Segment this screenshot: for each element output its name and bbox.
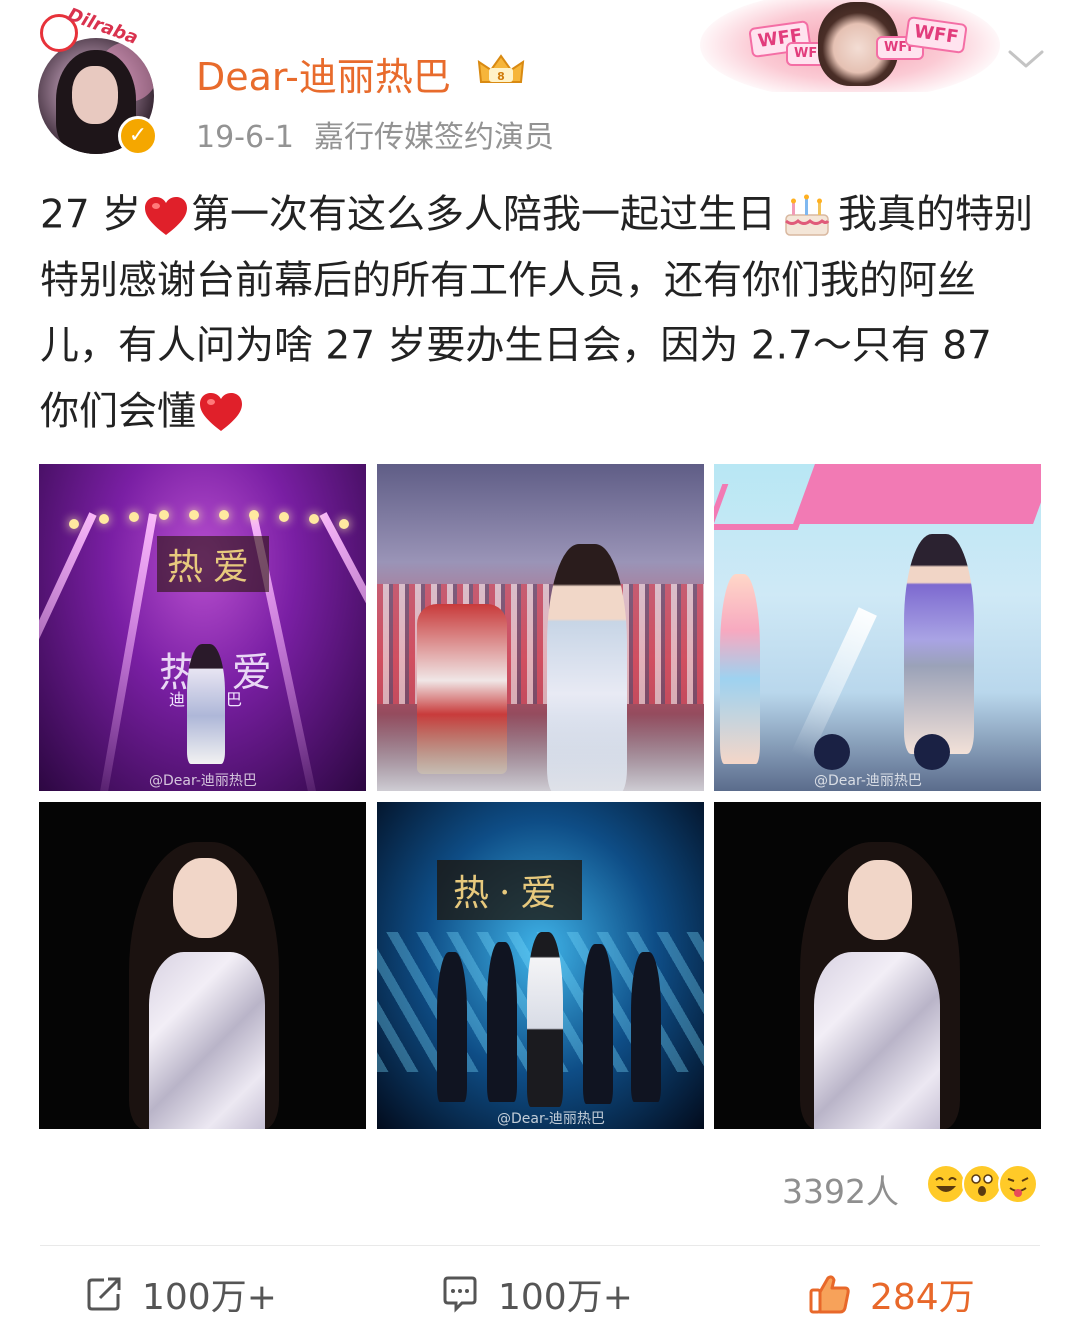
stage-sign: 热·爱 (437, 860, 583, 920)
repost-count: 100万+ (142, 1277, 277, 1318)
divider (40, 1245, 1040, 1246)
post-text-part: 第一次有这么多人陪我一起过生日 (191, 192, 777, 238)
reaction-count[interactable]: 3392人 (782, 1165, 899, 1213)
heart-icon (200, 393, 243, 431)
chevron-down-icon[interactable] (1006, 44, 1046, 74)
photo-portrait-sequin[interactable] (39, 802, 366, 1129)
repost-icon (87, 1277, 121, 1311)
birthday-cake-icon (785, 194, 830, 236)
photo-stage-purple[interactable]: 热爱 热 爱 迪丽热巴 @Dear-迪丽热巴 (39, 464, 366, 791)
stage-sign: 热爱 (157, 536, 270, 592)
decorative-banner[interactable]: WFF WFF WFF WFF (700, 0, 1000, 92)
post-text-part: 27 岁 (40, 192, 142, 238)
author-name[interactable]: Dear-迪丽热巴 (196, 46, 451, 101)
repost-button[interactable]: 100万+ (84, 1268, 277, 1320)
photo-watermark: @Dear-迪丽热巴 (814, 773, 922, 789)
post-content: 27 岁第一次有这么多人陪我一起过生日 我真的特别特别感谢台前幕后的所有工作人员，… (40, 182, 1040, 444)
comment-count: 100万+ (498, 1277, 633, 1318)
like-count: 284万 (870, 1277, 975, 1318)
comment-button[interactable]: 100万+ (440, 1268, 633, 1320)
photo-stage-dance[interactable]: 热·爱 @Dear-迪丽热巴 (377, 802, 704, 1129)
heart-icon (145, 196, 188, 235)
photo-watermark: @Dear-迪丽热巴 (497, 1111, 605, 1127)
photo-portrait-sequin-2[interactable] (714, 802, 1041, 1129)
comment-icon (443, 1276, 477, 1313)
laugh-emoji-icon[interactable] (926, 1164, 966, 1204)
photo-birthday-cake[interactable] (377, 464, 704, 791)
tongue-emoji-icon[interactable] (998, 1164, 1038, 1204)
photo-watermark: @Dear-迪丽热巴 (149, 773, 257, 789)
post-date[interactable]: 19-6-1 (196, 120, 294, 155)
surprised-emoji-icon[interactable] (962, 1164, 1002, 1204)
like-button[interactable]: 284万 (808, 1268, 975, 1320)
post-meta: 19-6-1 嘉行传媒签约演员 (196, 112, 554, 156)
thumbs-up-icon (809, 1275, 850, 1314)
svg-text:8: 8 (497, 70, 505, 83)
photo-dance-cartoon[interactable]: @Dear-迪丽热巴 (714, 464, 1041, 791)
post-source: 嘉行传媒签约演员 (314, 120, 554, 155)
verified-icon: ✓ (118, 116, 158, 156)
member-crown-icon[interactable]: 8 (475, 52, 527, 88)
